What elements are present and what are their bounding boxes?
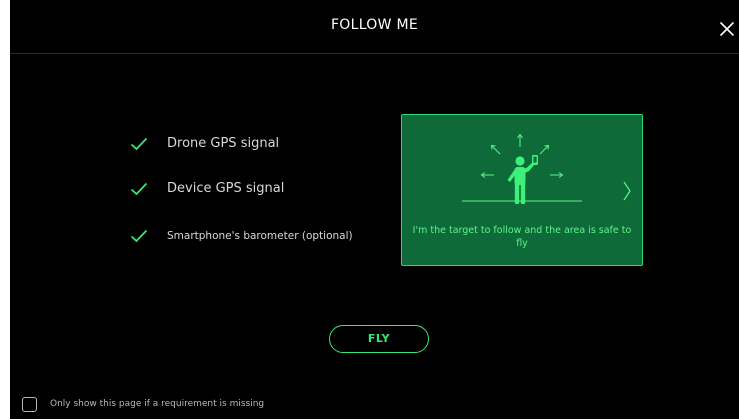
fly-button[interactable]: FLY <box>329 325 429 353</box>
check-icon <box>130 137 148 151</box>
screen: FOLLOW ME Drone GPS signal Device GPS si… <box>0 0 739 419</box>
follow-me-panel: FOLLOW ME Drone GPS signal Device GPS si… <box>10 0 739 419</box>
header-bar: FOLLOW ME <box>10 0 739 54</box>
requirement-label: Smartphone's barometer (optional) <box>167 230 353 242</box>
show-only-if-missing-checkbox[interactable] <box>22 397 37 412</box>
target-card-caption: I'm the target to follow and the area is… <box>412 225 632 249</box>
requirement-label: Drone GPS signal <box>167 136 280 151</box>
page-title: FOLLOW ME <box>330 17 419 33</box>
target-safety-card[interactable]: I'm the target to follow and the area is… <box>401 114 643 266</box>
check-icon <box>130 182 148 196</box>
requirement-label: Device GPS signal <box>167 181 285 196</box>
chevron-right-icon[interactable] <box>622 181 632 201</box>
check-icon <box>130 229 148 243</box>
checkbox-label: Only show this page if a requirement is … <box>50 399 265 409</box>
close-icon[interactable] <box>719 21 735 37</box>
